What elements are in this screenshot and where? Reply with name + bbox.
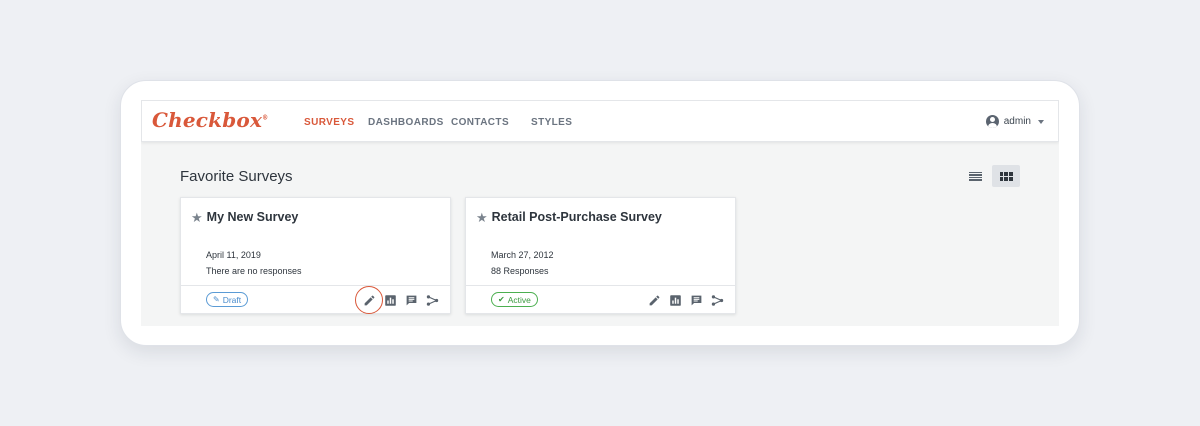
edit-button[interactable] xyxy=(355,286,383,314)
share-button[interactable] xyxy=(424,292,440,308)
card-footer: ✔ Active xyxy=(466,285,735,314)
status-badge: ✔ Active xyxy=(491,292,538,307)
grid-view-button[interactable] xyxy=(992,165,1020,187)
card-actions xyxy=(641,292,725,308)
share-button[interactable] xyxy=(709,292,725,308)
survey-title-link[interactable]: ★ My New Survey xyxy=(191,210,298,224)
responses-icon xyxy=(406,295,416,305)
user-circle-icon xyxy=(985,115,999,128)
list-view-button[interactable] xyxy=(961,165,989,187)
share-icon xyxy=(711,294,723,306)
card-actions xyxy=(355,286,440,314)
nav-surveys[interactable]: SURVEYS xyxy=(304,117,354,128)
responses-button[interactable] xyxy=(688,292,704,308)
reports-button[interactable] xyxy=(382,292,398,308)
pencil-icon: ✎ xyxy=(213,295,220,304)
survey-date: April 11, 2019 xyxy=(206,250,261,260)
grid-icon xyxy=(999,171,1013,181)
user-name: admin xyxy=(1003,116,1031,127)
survey-title: My New Survey xyxy=(206,210,299,224)
edit-icon xyxy=(649,295,659,305)
status-label: Active xyxy=(507,294,531,305)
status-label: Draft xyxy=(222,294,242,305)
responses-button[interactable] xyxy=(403,292,419,308)
nav-dashboards[interactable]: DASHBOARDS xyxy=(368,117,444,128)
survey-title: Retail Post-Purchase Survey xyxy=(491,210,662,224)
logo-registered-mark: ® xyxy=(262,114,269,122)
list-icon xyxy=(968,171,982,181)
reports-icon xyxy=(384,294,396,306)
survey-title-link[interactable]: ★ Retail Post-Purchase Survey xyxy=(476,210,662,224)
status-badge: ✎ Draft xyxy=(206,292,249,307)
survey-card: ★ My New Survey April 11, 2019 There are… xyxy=(180,197,451,314)
logo-text: Checkbox xyxy=(152,108,263,132)
page-title: Favorite Surveys xyxy=(180,168,293,185)
survey-card: ★ Retail Post-Purchase Survey March 27, … xyxy=(465,197,736,314)
highlight-ring xyxy=(355,286,383,314)
checkbox-logo[interactable]: Checkbox® xyxy=(152,108,268,132)
survey-date: March 27, 2012 xyxy=(491,250,554,260)
reports-button[interactable] xyxy=(667,292,683,308)
survey-responses: 88 Responses xyxy=(491,266,549,276)
chevron-down-icon xyxy=(1038,119,1044,124)
card-footer: ✎ Draft xyxy=(181,285,450,314)
user-menu[interactable]: admin xyxy=(985,115,1044,128)
nav-styles[interactable]: STYLES xyxy=(531,117,572,128)
nav-contacts[interactable]: CONTACTS xyxy=(451,117,509,128)
app-window: Checkbox® SURVEYS DASHBOARDS CONTACTS ST… xyxy=(141,100,1059,326)
star-icon[interactable]: ★ xyxy=(191,211,203,224)
survey-responses: There are no responses xyxy=(206,266,302,276)
responses-icon xyxy=(691,295,701,305)
share-icon xyxy=(426,294,438,306)
star-icon[interactable]: ★ xyxy=(476,211,488,224)
edit-button[interactable] xyxy=(646,292,662,308)
reports-icon xyxy=(669,294,681,306)
top-navbar: Checkbox® SURVEYS DASHBOARDS CONTACTS ST… xyxy=(141,100,1059,142)
check-icon: ✔ xyxy=(498,295,505,304)
